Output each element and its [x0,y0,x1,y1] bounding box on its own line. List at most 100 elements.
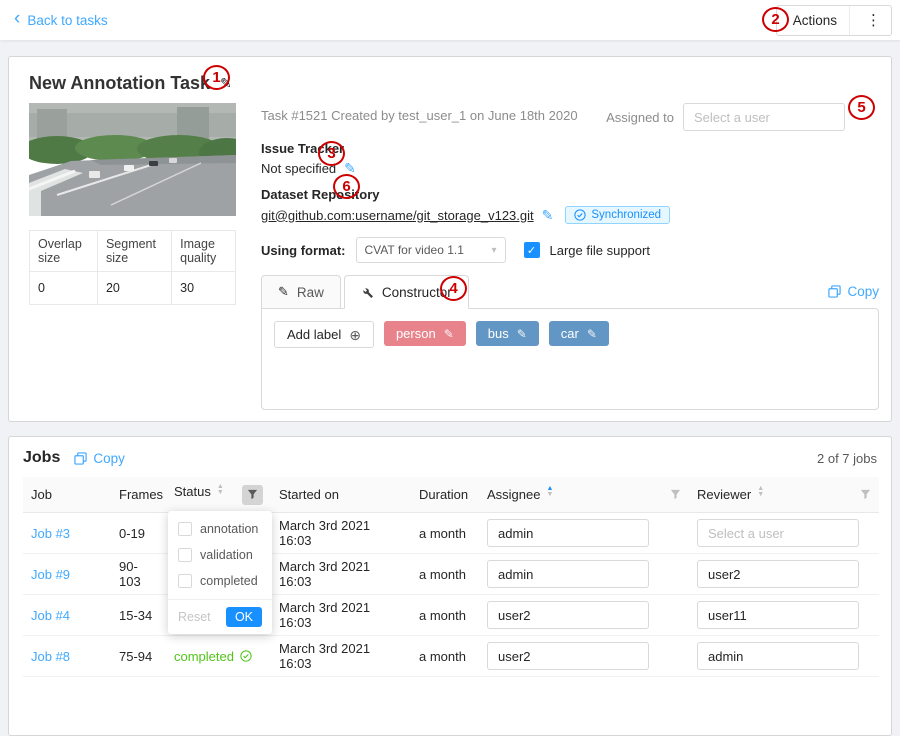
tab-constructor-label: Constructor [382,285,452,300]
copy-jobs-link[interactable]: Copy [74,451,125,466]
assignee-input[interactable] [487,560,649,588]
chevron-left-icon: ‹ [14,9,20,28]
status-cell: completed [174,649,263,664]
task-title: New Annotation Task [29,73,210,94]
labels-constructor-panel: Add label ⊕ person ✎ bus ✎ car ✎ [261,308,879,410]
task-details-card: New Annotation Task ✎ [8,56,892,422]
copy-labels-label: Copy [847,284,879,299]
filter-reset-link[interactable]: Reset [178,610,211,624]
sort-icons[interactable]: ▲▼ [217,487,224,499]
top-bar: ‹ Back to tasks Actions ⋮ [0,0,900,40]
tab-raw[interactable]: ✎ Raw [261,275,341,309]
label-tag-bus-name: bus [488,326,509,341]
status-filter-icon[interactable] [242,485,263,505]
filter-option-label: annotation [200,522,258,536]
edit-label-icon[interactable]: ✎ [517,327,527,341]
task-params-table: Overlap size Segment size Image quality … [29,230,236,305]
job-link[interactable]: Job #9 [31,567,70,582]
pencil-icon: ✎ [278,284,289,300]
copy-icon [74,452,87,465]
back-to-tasks-label: Back to tasks [27,13,107,28]
edit-label-icon[interactable]: ✎ [587,327,597,341]
chevron-down-icon: ▾ [491,245,496,256]
tab-constructor[interactable]: Constructor [344,275,469,309]
status-completed-label: completed [174,649,234,664]
dataset-repository-url: git@github.com:username/git_storage_v123… [261,208,534,223]
column-status[interactable]: Status [174,484,211,499]
reviewer-input[interactable] [697,601,859,629]
table-row: Job #8 75-94 completed March 3rd 2021 16… [23,636,879,677]
assignee-input[interactable] [487,642,649,670]
labels-tabs: ✎ Raw Constructor [261,274,469,308]
label-tag-car[interactable]: car ✎ [549,321,609,346]
reviewer-input[interactable] [697,519,859,547]
funnel-icon [247,489,258,500]
column-assignee[interactable]: Assignee [487,487,540,502]
format-select[interactable]: CVAT for video 1.1 ▾ [356,237,506,263]
assignee-filter-icon[interactable] [670,488,681,503]
sync-status-label: Synchronized [591,209,661,221]
filter-option-label: completed [200,574,258,588]
issue-tracker-value: Not specified [261,161,336,176]
edit-label-icon[interactable]: ✎ [444,327,454,341]
issue-tracker-label: Issue Tracker [261,141,879,156]
copy-labels-link[interactable]: Copy [828,284,879,308]
large-file-support-checkbox[interactable]: ✓ [524,242,540,258]
sort-icons[interactable]: ▲▼ [546,489,553,501]
assignee-input[interactable] [487,519,649,547]
edit-issue-tracker-icon[interactable]: ✎ [344,160,356,177]
copy-jobs-label: Copy [93,451,125,466]
column-job: Job [31,487,52,502]
frames-cell: 0-19 [119,526,145,541]
status-check-circle-icon [240,650,252,662]
label-tag-bus[interactable]: bus ✎ [476,321,539,346]
edit-repository-icon[interactable]: ✎ [542,207,554,224]
table-row: Job #4 15-34 March 3rd 2021 16:03 a mont… [23,595,879,636]
label-tag-person[interactable]: person ✎ [384,321,466,346]
started-cell: March 3rd 2021 16:03 [279,518,370,548]
checkbox-unchecked[interactable] [178,522,192,536]
param-value-segment: 20 [97,272,171,305]
jobs-table: Job Frames Status▲▼ Started on Duration … [23,477,879,677]
filter-ok-button[interactable]: OK [226,607,262,627]
copy-icon [828,285,841,298]
dataset-repository-label: Dataset Repository [261,187,879,202]
param-header-overlap: Overlap size [30,231,98,272]
checkbox-unchecked[interactable] [178,574,192,588]
back-to-tasks-link[interactable]: ‹ Back to tasks [14,12,108,28]
checkbox-unchecked[interactable] [178,548,192,562]
param-value-quality: 30 [172,272,236,305]
assignee-input[interactable] [487,601,649,629]
jobs-table-header-row: Job Frames Status▲▼ Started on Duration … [23,477,879,513]
job-link[interactable]: Job #3 [31,526,70,541]
edit-title-icon[interactable]: ✎ [220,75,232,92]
large-file-support-label: Large file support [550,243,650,258]
started-cell: March 3rd 2021 16:03 [279,600,370,630]
actions-button-label: Actions [793,13,837,28]
assignee-select-input[interactable] [683,103,845,131]
column-reviewer[interactable]: Reviewer [697,487,751,502]
param-value-overlap: 0 [30,272,98,305]
reviewer-input[interactable] [697,642,859,670]
reviewer-filter-icon[interactable] [860,488,871,503]
job-link[interactable]: Job #4 [31,608,70,623]
more-vertical-icon[interactable]: ⋮ [862,11,885,29]
label-tag-person-name: person [396,326,436,341]
frames-cell: 90-103 [119,559,141,589]
filter-option-completed[interactable]: completed [168,568,272,594]
task-preview-image [29,103,236,216]
sort-icons[interactable]: ▲▼ [757,489,764,501]
actions-button[interactable]: Actions ⋮ [776,5,892,36]
button-divider [849,6,850,35]
table-row: Job #9 90-103 March 3rd 2021 16:03 a mon… [23,554,879,595]
status-filter-dropdown: annotation validation completed Reset OK [168,511,272,634]
add-label-button[interactable]: Add label ⊕ [274,321,374,348]
job-link[interactable]: Job #8 [31,649,70,664]
wrench-icon [361,286,374,299]
filter-option-label: validation [200,548,253,562]
column-duration: Duration [419,487,468,502]
filter-option-annotation[interactable]: annotation [168,516,272,542]
duration-cell: a month [419,649,466,664]
reviewer-input[interactable] [697,560,859,588]
filter-option-validation[interactable]: validation [168,542,272,568]
